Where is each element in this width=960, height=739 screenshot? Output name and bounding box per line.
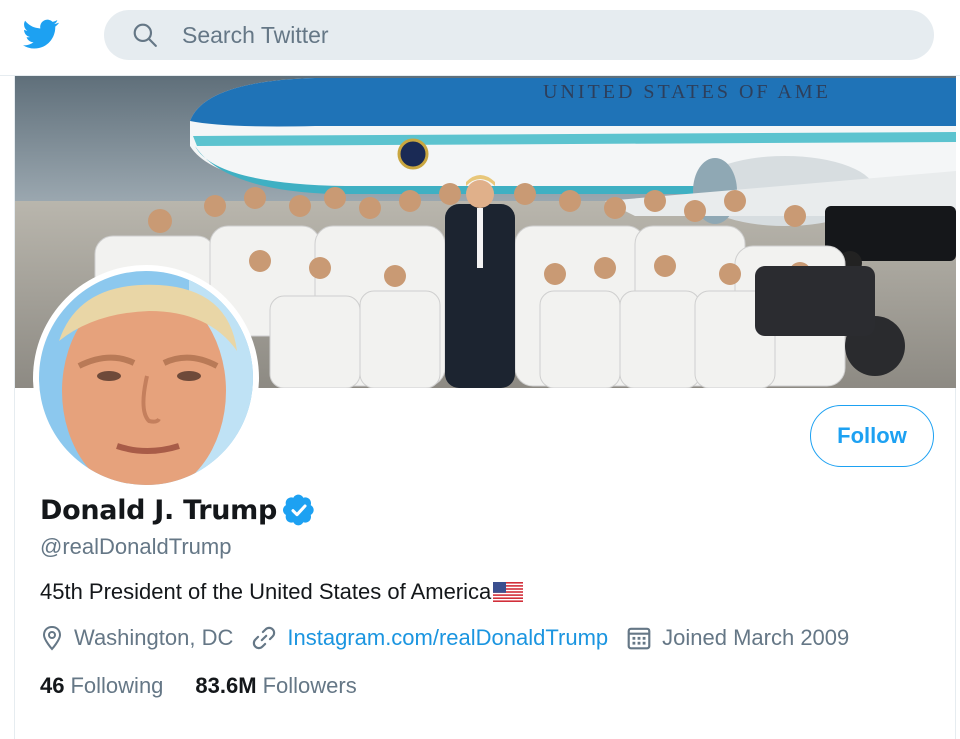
- name-row: Donald J. Trump: [40, 494, 315, 526]
- location-item: Washington, DC: [40, 625, 233, 651]
- profile-stats: 46 Following 83.6M Followers: [40, 673, 389, 699]
- profile-avatar[interactable]: [33, 265, 259, 491]
- website-item: Instagram.com/realDonaldTrump: [251, 625, 608, 651]
- profile-section: UNITED STATES OF AME Follow Donald J. Tr…: [14, 76, 956, 739]
- followers-stat[interactable]: 83.6M Followers: [195, 673, 356, 699]
- website-link[interactable]: Instagram.com/realDonaldTrump: [287, 625, 608, 651]
- profile-handle: @realDonaldTrump: [40, 534, 232, 559]
- followers-label: Followers: [262, 673, 357, 698]
- search-box[interactable]: [104, 10, 934, 60]
- following-label: Following: [70, 673, 164, 698]
- location-pin-icon: [42, 625, 62, 651]
- location-text: Washington, DC: [74, 625, 234, 650]
- profile-meta: Washington, DC Instagram.com/realDonaldT…: [40, 625, 867, 651]
- bio-text: 45th President of the United States of A…: [40, 579, 492, 604]
- following-count: 46: [40, 673, 65, 698]
- top-bar: [0, 0, 960, 76]
- profile-bio: 45th President of the United States of A…: [40, 579, 524, 605]
- joined-text: Joined March 2009: [662, 625, 850, 650]
- link-icon: [253, 626, 276, 650]
- twitter-bird-icon[interactable]: [20, 16, 62, 52]
- follow-button[interactable]: Follow: [810, 405, 934, 467]
- search-input[interactable]: [182, 10, 902, 60]
- following-stat[interactable]: 46 Following: [40, 673, 163, 699]
- followers-count: 83.6M: [195, 673, 257, 698]
- verified-badge-icon[interactable]: [283, 494, 315, 526]
- profile-name: Donald J. Trump: [40, 494, 278, 526]
- banner-text: UNITED STATES OF AME: [543, 81, 831, 103]
- us-flag-icon: [493, 582, 524, 602]
- calendar-icon: [627, 627, 651, 650]
- search-icon: [133, 23, 157, 47]
- joined-item: Joined March 2009: [626, 625, 849, 651]
